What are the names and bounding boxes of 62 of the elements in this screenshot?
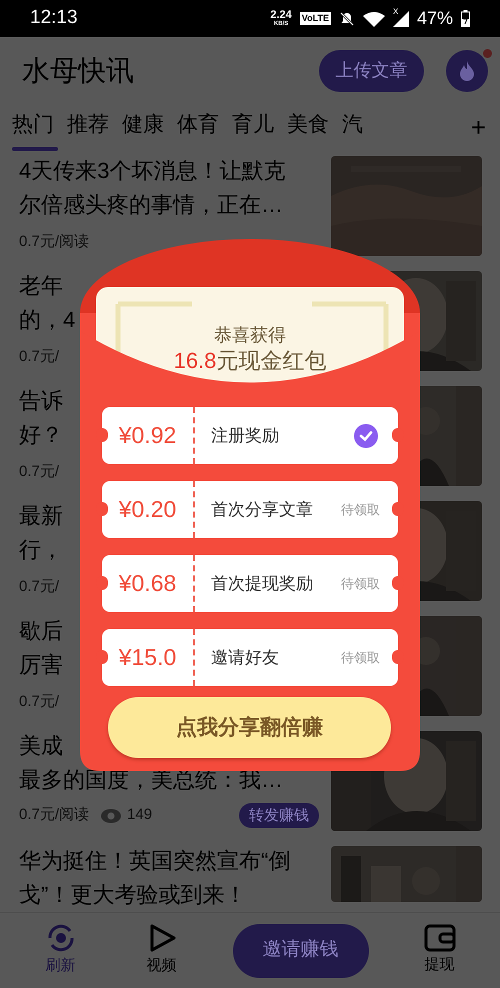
nav-tab[interactable]: 视频 — [132, 923, 192, 978]
reward-label: 注册奖励 — [211, 424, 279, 447]
eye-icon — [101, 808, 122, 822]
category-tab[interactable]: 美食 — [287, 104, 329, 150]
share-double-button[interactable]: 点我分享翻倍赚 — [108, 697, 391, 758]
view-count: 149 — [127, 805, 152, 826]
price-per-read: 0.7元/阅读 — [19, 805, 90, 826]
upload-article-button[interactable]: 上传文章 — [319, 50, 424, 92]
flame-button[interactable] — [446, 50, 488, 92]
signal-mark: X — [392, 8, 398, 16]
reward-amount: ¥15.0 — [118, 643, 176, 672]
nav-tab[interactable]: 刷新 — [30, 923, 90, 978]
article-title-line[interactable]: 老年 — [19, 269, 63, 303]
invite-earn-button[interactable]: 邀请赚钱 — [232, 924, 368, 978]
article-title-line[interactable]: 厉害 — [19, 648, 63, 682]
article-title-line[interactable]: 好？ — [19, 418, 63, 452]
reward-label: 邀请好友 — [211, 646, 279, 669]
category-tab[interactable]: 推荐 — [67, 104, 109, 150]
article-title-line[interactable]: 4天传来3个坏消息！让默克 — [19, 154, 286, 188]
reward-amount: ¥0.20 — [118, 495, 176, 524]
article-title-line[interactable]: 最新 — [19, 499, 63, 533]
network-speed: 2.24 — [270, 10, 292, 21]
price-per-read: 0.7元/ — [19, 576, 60, 596]
signal-icon — [392, 10, 409, 26]
bell-off-icon — [338, 10, 355, 26]
congrats-heading: 恭喜获得 — [214, 324, 286, 347]
prize-amount-text: 16.8元现金红包 — [174, 347, 326, 375]
reward-amount: ¥0.68 — [118, 569, 176, 598]
price-per-read: 0.7元/ — [19, 462, 60, 482]
price-per-read: 0.7元/ — [19, 346, 60, 366]
volte-badge: VoLTE — [300, 12, 331, 25]
category-tab[interactable]: 育儿 — [232, 104, 274, 150]
reward-amount: ¥0.92 — [118, 421, 176, 450]
app-title: 水母快讯 — [22, 54, 134, 88]
article-title-line[interactable]: 尔倍感头疼的事情，正在… — [19, 188, 283, 222]
article-title-line[interactable]: 告诉 — [19, 384, 63, 418]
refresh-icon — [46, 923, 76, 954]
clock: 12:13 — [30, 6, 78, 30]
article-title-line[interactable]: 戈”！更大考验或到来！ — [19, 878, 246, 912]
category-tab[interactable]: 体育 — [177, 104, 219, 150]
price-per-read: 0.7元/阅读 — [19, 232, 90, 252]
price-per-read: 0.7元/ — [19, 692, 60, 712]
share-earn-badge[interactable]: 转发赚钱 — [239, 803, 319, 828]
reward-label: 首次分享文章 — [211, 498, 313, 521]
article-title-line[interactable]: 华为挺住！英国突然宣布“倒 — [19, 844, 290, 878]
article-title-line[interactable]: 的，4 — [19, 303, 76, 337]
category-tab[interactable]: 健康 — [122, 104, 164, 150]
pending-status: 待领取 — [341, 574, 380, 593]
category-tab[interactable]: 汽 — [342, 104, 363, 150]
wifi-icon — [362, 10, 385, 26]
pending-status: 待领取 — [341, 648, 380, 667]
wallet-icon — [424, 924, 456, 952]
flame-icon — [459, 60, 475, 80]
article-title-line[interactable]: 歇后 — [19, 614, 63, 648]
add-tab-button[interactable]: + — [470, 114, 486, 140]
nav-tab[interactable]: 提现 — [410, 924, 470, 977]
battery-icon — [461, 10, 470, 27]
battery-percent: 47% — [416, 7, 453, 30]
reward-label: 首次提现奖励 — [211, 572, 313, 595]
article-title-line[interactable]: 美成 — [19, 729, 63, 763]
article-title-line[interactable]: 行， — [19, 533, 63, 567]
pending-status: 待领取 — [341, 500, 380, 519]
